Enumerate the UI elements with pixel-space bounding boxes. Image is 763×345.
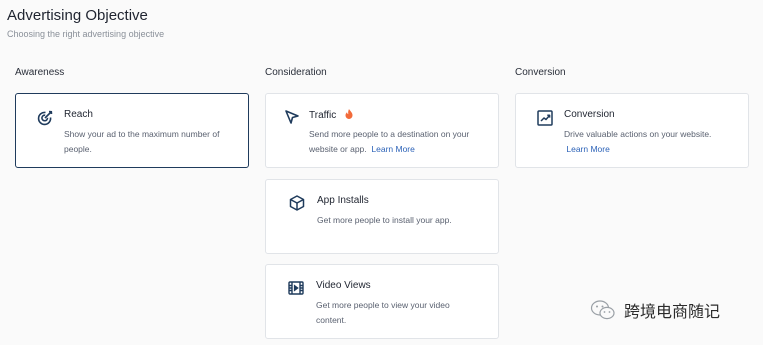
card-description: Get more people to view your video conte…	[316, 300, 450, 325]
card-title: Reach	[64, 109, 93, 120]
trend-chart-icon	[536, 109, 554, 127]
column-consideration: Consideration	[265, 67, 327, 78]
page-title: Advertising Objective	[7, 7, 148, 24]
learn-more-link[interactable]: Learn More	[566, 144, 609, 154]
card-title: Traffic	[309, 110, 337, 121]
column-conversion: Conversion	[515, 67, 566, 78]
card-description: Send more people to a destination on you…	[309, 129, 470, 154]
card-description: Show your ad to the maximum number of pe…	[64, 129, 220, 154]
column-awareness: Awareness	[15, 67, 65, 78]
card-title-row: Traffic	[309, 109, 353, 121]
objective-card-reach[interactable]: Reach Show your ad to the maximum number…	[15, 93, 249, 168]
card-description: Get more people to install your app.	[317, 215, 452, 225]
flame-icon	[345, 109, 353, 119]
target-icon	[36, 109, 54, 127]
page-subtitle: Choosing the right advertising objective	[7, 29, 165, 39]
card-title: App Installs	[317, 195, 369, 206]
wechat-icon	[590, 300, 615, 320]
objective-card-app-installs[interactable]: App Installs Get more people to install …	[265, 179, 499, 254]
cursor-icon	[283, 108, 301, 126]
film-icon	[287, 279, 305, 297]
watermark-text: 跨境电商随记	[624, 302, 721, 321]
learn-more-link[interactable]: Learn More	[371, 144, 414, 154]
card-title: Conversion	[564, 109, 615, 120]
card-description: Drive valuable actions on your website. …	[564, 129, 712, 154]
watermark: 跨境电商随记	[590, 298, 720, 322]
objective-card-video-views[interactable]: Video Views Get more people to view your…	[265, 264, 499, 339]
objective-card-conversion[interactable]: Conversion Drive valuable actions on you…	[515, 93, 749, 168]
card-title: Video Views	[316, 280, 371, 291]
objective-card-traffic[interactable]: Traffic Send more people to a destinatio…	[265, 93, 499, 168]
box-icon	[288, 194, 306, 212]
